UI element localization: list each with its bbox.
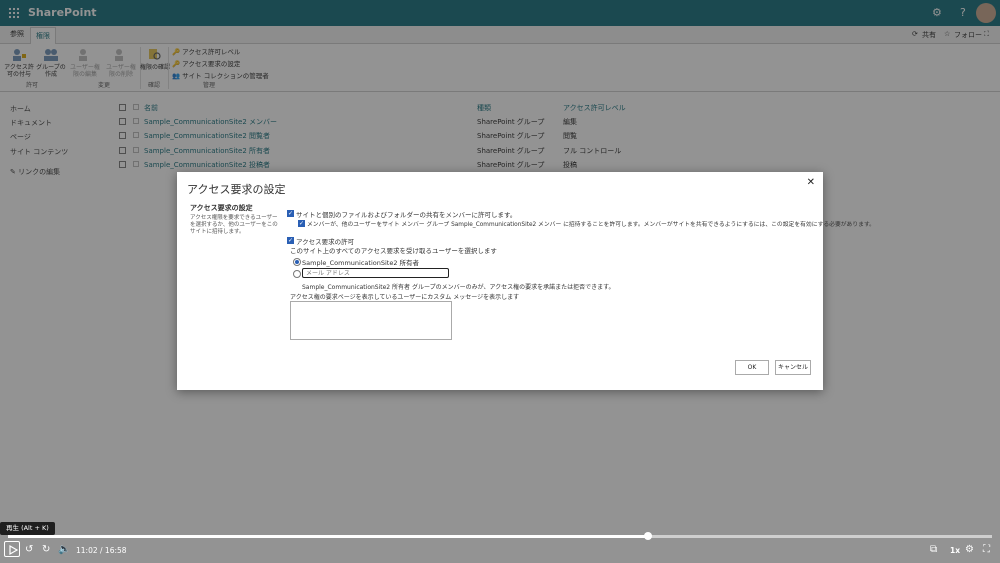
- access-request-dialog: アクセス要求の設定 ✕ アクセス要求の設定 アクセス権限を要求できるユーザーを選…: [177, 172, 875, 390]
- play-tooltip: 再生 (Alt + K): [0, 522, 55, 535]
- email-input[interactable]: [302, 268, 449, 278]
- seek-progress: [8, 535, 648, 538]
- owner-group-radio[interactable]: [293, 258, 301, 266]
- allow-sharing-checkbox[interactable]: ✓: [287, 210, 294, 217]
- section-title: アクセス要求の設定: [190, 204, 253, 212]
- settings-icon[interactable]: ⚙: [965, 544, 974, 555]
- email-radio[interactable]: [293, 270, 301, 278]
- captions-icon[interactable]: ⧉: [930, 544, 937, 555]
- cancel-button[interactable]: キャンセル: [775, 360, 811, 375]
- allow-sharing-label: サイトと個別のファイルおよびフォルダーの共有をメンバーに許可します。: [296, 211, 517, 219]
- playback-rate-button[interactable]: 1x: [950, 546, 960, 555]
- access-requests-desc: このサイト上のすべてのアクセス要求を受け取るユーザーを選択します: [290, 247, 497, 255]
- forward-icon[interactable]: ↻: [42, 544, 50, 555]
- allow-access-requests-checkbox[interactable]: ✓: [287, 237, 294, 244]
- dialog-title: アクセス要求の設定: [187, 183, 286, 196]
- time-display: 11:02 / 16:58: [76, 546, 127, 555]
- allow-invite-label: メンバーが、他のユーザーをサイト メンバー グループ Sample_Commun…: [307, 222, 875, 228]
- fullscreen-icon[interactable]: ⛶: [983, 544, 990, 555]
- custom-message-label: アクセス権の要求ページを表示しているユーザーにカスタム メッセージを表示します: [290, 294, 520, 301]
- custom-message-textarea[interactable]: [290, 301, 452, 340]
- play-button[interactable]: [4, 541, 20, 557]
- play-icon: [9, 544, 19, 556]
- volume-icon[interactable]: 🔈: [58, 544, 70, 555]
- owner-group-label: Sample_CommunicationSite2 所有者: [302, 259, 420, 267]
- close-icon[interactable]: ✕: [807, 177, 815, 188]
- allow-invite-checkbox[interactable]: ✓: [298, 220, 305, 227]
- seek-bar[interactable]: [8, 532, 992, 540]
- section-description: アクセス権限を要求できるユーザーを選択するか、他のユーザーをこのサイトに招待しま…: [190, 215, 278, 235]
- seek-handle[interactable]: [643, 532, 652, 540]
- ok-button[interactable]: OK: [735, 360, 769, 375]
- rewind-icon[interactable]: ↺: [25, 544, 33, 555]
- owner-note: Sample_CommunicationSite2 所有者 グループのメンバーの…: [302, 284, 615, 291]
